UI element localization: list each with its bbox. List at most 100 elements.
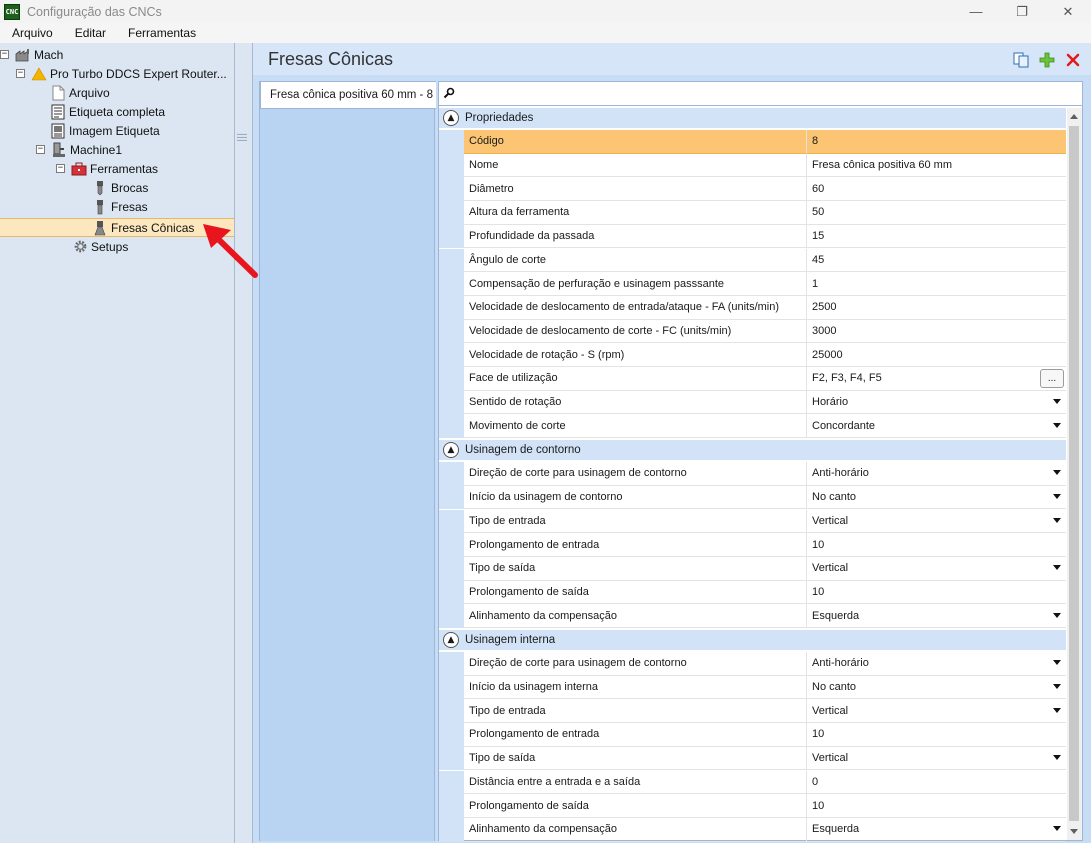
tree-item-machine1[interactable]: − Machine1	[36, 140, 122, 159]
property-value[interactable]: Anti-horário	[807, 652, 1066, 676]
splitter-grip-icon[interactable]: — — —	[237, 130, 247, 146]
dropdown-arrow-icon[interactable]	[1053, 565, 1061, 571]
table-row[interactable]: Direção de corte para usinagem de contor…	[439, 462, 1066, 486]
property-value[interactable]: Horário	[807, 391, 1066, 415]
tree-item-mach[interactable]: − Mach	[0, 45, 63, 64]
property-value[interactable]: 50	[807, 201, 1066, 225]
table-row[interactable]: Alinhamento da compensação Esquerda	[439, 604, 1066, 628]
collapse-icon[interactable]: −	[0, 50, 9, 59]
table-row[interactable]: Distância entre a entrada e a saída 0	[439, 770, 1066, 795]
category-row[interactable]: ▲ Propriedades	[439, 108, 1066, 128]
collapse-icon[interactable]: −	[36, 145, 45, 154]
table-row[interactable]: Velocidade de deslocamento de corte - FC…	[439, 319, 1066, 344]
collapse-category-icon[interactable]: ▲	[443, 110, 459, 126]
tree-item-ferramentas[interactable]: − Ferramentas	[56, 159, 158, 178]
dropdown-arrow-icon[interactable]	[1053, 470, 1061, 476]
property-value[interactable]: Vertical	[807, 557, 1066, 581]
panel-splitter[interactable]	[235, 43, 253, 843]
table-row[interactable]: Nome Fresa cônica positiva 60 mm	[439, 153, 1066, 178]
dropdown-arrow-icon[interactable]	[1053, 755, 1061, 761]
scroll-thumb[interactable]	[1069, 126, 1079, 821]
table-row[interactable]: Tipo de entrada Vertical	[439, 699, 1066, 724]
property-value[interactable]: Anti-horário	[807, 462, 1066, 486]
property-value[interactable]: 10	[807, 581, 1066, 605]
dropdown-arrow-icon[interactable]	[1053, 494, 1061, 500]
restore-button[interactable]: ❐	[999, 0, 1045, 23]
dropdown-arrow-icon[interactable]	[1053, 612, 1061, 618]
scroll-up-icon[interactable]	[1070, 114, 1078, 119]
property-value[interactable]: No canto	[807, 676, 1066, 700]
property-value[interactable]: 25000	[807, 343, 1066, 367]
table-row[interactable]: Código 8	[439, 130, 1066, 154]
property-value[interactable]: Esquerda	[807, 818, 1066, 842]
table-row[interactable]: Sentido de rotação Horário	[439, 390, 1066, 415]
dropdown-arrow-icon[interactable]	[1053, 660, 1061, 666]
table-row[interactable]: Compensação de perfuração e usinagem pas…	[439, 272, 1066, 296]
table-row[interactable]: Velocidade de rotação - S (rpm) 25000	[439, 343, 1066, 367]
tree-item-machine-config[interactable]: − Pro Turbo DDCS Expert Router...	[16, 64, 227, 83]
delete-icon[interactable]	[1063, 50, 1083, 70]
property-value[interactable]: 45	[807, 249, 1066, 273]
dropdown-arrow-icon[interactable]	[1053, 684, 1061, 690]
table-row[interactable]: Início da usinagem interna No canto	[439, 675, 1066, 700]
collapse-icon[interactable]: −	[56, 164, 65, 173]
menu-arquivo[interactable]: Arquivo	[4, 26, 61, 40]
property-value[interactable]: 15	[807, 225, 1066, 249]
table-row[interactable]: Velocidade de deslocamento de entrada/at…	[439, 295, 1066, 320]
table-row[interactable]: Altura da ferramenta 50	[439, 201, 1066, 225]
table-row[interactable]: Tipo de entrada Vertical	[439, 509, 1066, 534]
property-value[interactable]: F2, F3, F4, F5...	[807, 367, 1066, 391]
menu-editar[interactable]: Editar	[67, 26, 114, 40]
minimize-button[interactable]: —	[953, 0, 999, 23]
property-value[interactable]: Vertical	[807, 747, 1066, 771]
property-value[interactable]: Vertical	[807, 510, 1066, 534]
scroll-down-icon[interactable]	[1070, 829, 1078, 834]
tree-item-fresas[interactable]: Fresas	[92, 197, 148, 216]
list-item[interactable]: Fresa cônica positiva 60 mm - 8	[260, 81, 436, 109]
search-box[interactable]	[439, 84, 1082, 106]
property-value[interactable]: 8	[807, 130, 1066, 154]
tree-item-etiqueta-completa[interactable]: Etiqueta completa	[50, 102, 165, 121]
ellipsis-button[interactable]: ...	[1040, 369, 1064, 388]
table-row[interactable]: Tipo de saída Vertical	[439, 746, 1066, 771]
property-value[interactable]: Fresa cônica positiva 60 mm	[807, 154, 1066, 178]
property-value[interactable]: 2500	[807, 296, 1066, 320]
tree-item-brocas[interactable]: Brocas	[92, 178, 148, 197]
table-row[interactable]: Tipo de saída Vertical	[439, 556, 1066, 581]
property-value[interactable]: 10	[807, 794, 1066, 818]
copy-icon[interactable]	[1011, 50, 1031, 70]
table-row[interactable]: Prolongamento de entrada 10	[439, 533, 1066, 557]
collapse-category-icon[interactable]: ▲	[443, 442, 459, 459]
property-value[interactable]: 0	[807, 771, 1066, 795]
property-value[interactable]: 60	[807, 177, 1066, 202]
collapse-icon[interactable]: −	[16, 69, 25, 78]
dropdown-arrow-icon[interactable]	[1053, 399, 1061, 405]
table-row[interactable]: Direção de corte para usinagem de contor…	[439, 652, 1066, 676]
tree-item-fresas-conicas[interactable]: Fresas Cônicas	[92, 218, 194, 237]
property-value[interactable]: Concordante	[807, 414, 1066, 439]
dropdown-arrow-icon[interactable]	[1053, 517, 1061, 523]
property-value[interactable]: 10	[807, 723, 1066, 747]
dropdown-arrow-icon[interactable]	[1053, 826, 1061, 832]
table-row[interactable]: Ângulo de corte 45	[439, 248, 1066, 273]
property-value[interactable]: 1	[807, 272, 1066, 296]
table-row[interactable]: Prolongamento de saída 10	[439, 794, 1066, 818]
property-value[interactable]: Esquerda	[807, 604, 1066, 628]
table-row[interactable]: Diâmetro 60	[439, 177, 1066, 202]
table-row[interactable]: Alinhamento da compensação Esquerda	[439, 817, 1066, 842]
menu-ferramentas[interactable]: Ferramentas	[120, 26, 204, 40]
close-button[interactable]: ✕	[1045, 0, 1091, 23]
add-icon[interactable]	[1037, 50, 1057, 70]
dropdown-arrow-icon[interactable]	[1053, 707, 1061, 713]
dropdown-arrow-icon[interactable]	[1053, 422, 1061, 428]
property-value[interactable]: Vertical	[807, 699, 1066, 724]
tree-item-arquivo[interactable]: Arquivo	[50, 83, 110, 102]
category-row[interactable]: ▲ Usinagem de contorno	[439, 440, 1066, 461]
table-row[interactable]: Profundidade da passada 15	[439, 224, 1066, 249]
table-row[interactable]: Início da usinagem de contorno No canto	[439, 485, 1066, 510]
tree-item-imagem-etiqueta[interactable]: Imagem Etiqueta	[50, 121, 160, 140]
property-value[interactable]: No canto	[807, 486, 1066, 510]
table-row[interactable]: Movimento de corte Concordante	[439, 414, 1066, 439]
vertical-scrollbar[interactable]	[1067, 108, 1082, 840]
collapse-category-icon[interactable]: ▲	[443, 632, 459, 648]
